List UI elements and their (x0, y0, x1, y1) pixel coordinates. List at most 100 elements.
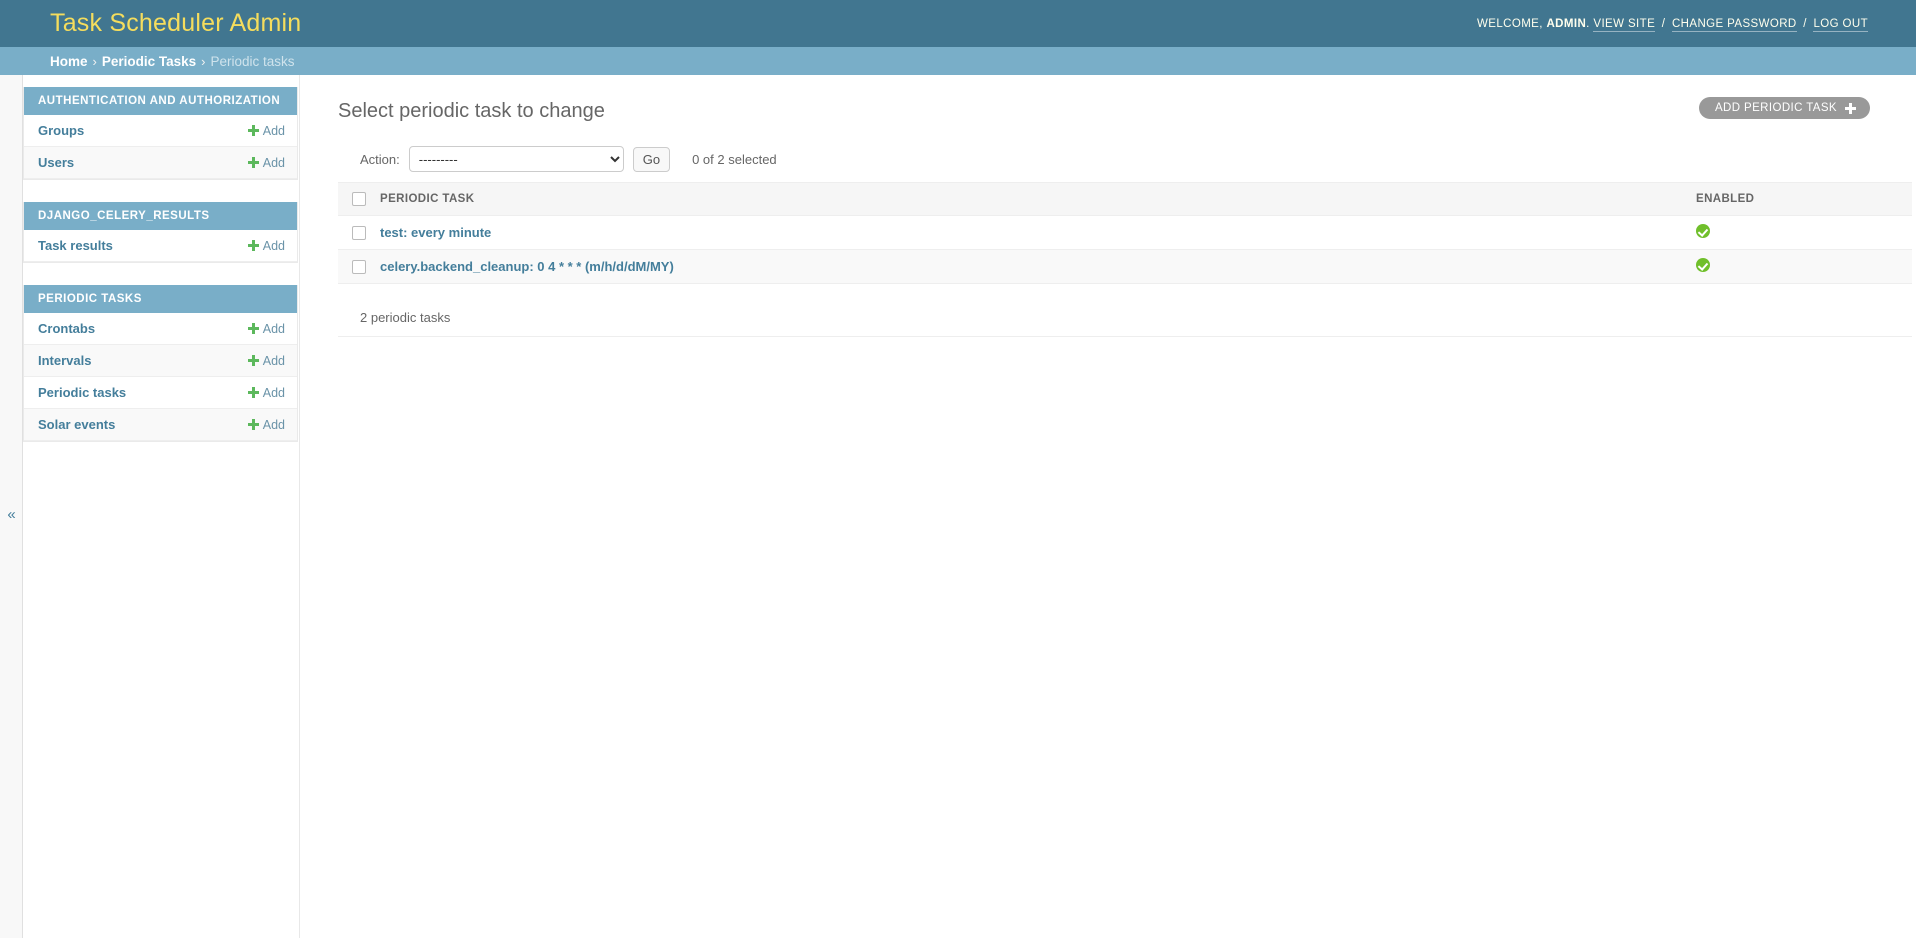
log-out-link[interactable]: LOG OUT (1813, 17, 1868, 32)
toggle-sidebar-button[interactable]: « (0, 507, 23, 522)
page-title: Select periodic task to change (338, 100, 605, 122)
sidebar-add-link[interactable]: Add (247, 238, 285, 253)
breadcrumb-separator-2: › (201, 53, 206, 69)
row-select-checkbox[interactable] (352, 260, 366, 275)
plus-icon (247, 125, 259, 136)
sidebar-item-label[interactable]: Solar events (38, 417, 115, 432)
sidebar-item-periodic-tasks[interactable]: Periodic tasks Add (24, 377, 297, 409)
cell-periodic-task: test: every minute (370, 215, 1682, 250)
sidebar-item-solar-events[interactable]: Solar events Add (24, 409, 297, 441)
sidebar-add-link[interactable]: Add (247, 123, 285, 138)
action-counter: 0 of 2 selected (692, 151, 777, 167)
breadcrumb-current: Periodic tasks (210, 53, 295, 69)
table-header-row: PERIODIC TASK ENABLED (338, 182, 1912, 216)
sidebar-add-label: Add (262, 123, 285, 138)
sidebar-add-label: Add (262, 385, 285, 400)
cell-enabled (1682, 249, 1912, 284)
breadcrumb-app[interactable]: Periodic Tasks (102, 54, 196, 69)
sidebar-item-task-results[interactable]: Task results Add (24, 230, 297, 262)
plus-icon (247, 355, 259, 366)
actions-bar: Action: ---------Delete selected periodi… (338, 146, 1870, 182)
sidebar-add-link[interactable]: Add (247, 155, 285, 170)
sidebar-item-label[interactable]: Groups (38, 123, 84, 138)
sidebar-add-link[interactable]: Add (247, 321, 285, 336)
go-button[interactable]: Go (632, 146, 671, 172)
row-select-cell (338, 249, 370, 284)
user-tools-separator-2: / (1803, 17, 1807, 30)
site-title[interactable]: Task Scheduler Admin (50, 11, 301, 36)
changelist: Action: ---------Delete selected periodi… (338, 146, 1912, 337)
app-module-caption[interactable]: PERIODIC TASKS (24, 285, 297, 313)
branding: Task Scheduler Admin (50, 11, 301, 36)
plus-icon (247, 387, 259, 398)
plus-icon (247, 323, 259, 334)
periodic-task-link[interactable]: celery.backend_cleanup: 0 4 * * * (m/h/d… (380, 259, 674, 274)
sidebar-add-link[interactable]: Add (247, 353, 285, 368)
table-row: celery.backend_cleanup: 0 4 * * * (m/h/d… (338, 249, 1912, 284)
sidebar-add-label: Add (262, 321, 285, 336)
sidebar-item-label[interactable]: Intervals (38, 353, 91, 368)
plus-icon (247, 240, 259, 251)
user-tools: WELCOME, ADMIN. VIEW SITE / CHANGE PASSW… (1477, 17, 1868, 32)
sidebar-add-label: Add (262, 353, 285, 368)
action-label: Action: (360, 151, 400, 167)
app-module: DJANGO_CELERY_RESULTS Task results Add (23, 202, 298, 263)
sidebar-item-intervals[interactable]: Intervals Add (24, 345, 297, 377)
check-circle-icon (1696, 258, 1710, 272)
sidebar-add-label: Add (262, 417, 285, 432)
user-tools-separator-1: / (1661, 17, 1666, 30)
object-tools: ADD PERIODIC TASK (1698, 97, 1870, 119)
app-module: PERIODIC TASKS Crontabs Add Intervals Add Per… (23, 285, 298, 442)
content-title-bar: Select periodic task to change ADD PERIO… (338, 97, 1870, 123)
app-module-caption[interactable]: DJANGO_CELERY_RESULTS (24, 202, 297, 230)
select-all-checkbox[interactable] (352, 192, 366, 206)
app-module: AUTHENTICATION AND AUTHORIZATION Groups Ad… (23, 87, 298, 180)
table-head: PERIODIC TASK ENABLED (338, 182, 1912, 216)
username-label: ADMIN (1546, 17, 1587, 30)
nav-sidebar: AUTHENTICATION AND AUTHORIZATION Groups Ad… (23, 75, 300, 938)
plus-icon (247, 157, 259, 168)
sidebar-item-label[interactable]: Periodic tasks (38, 385, 126, 400)
breadcrumb-home[interactable]: Home (50, 54, 88, 69)
cell-periodic-task: celery.backend_cleanup: 0 4 * * * (m/h/d… (370, 249, 1682, 284)
table-row: test: every minute (338, 215, 1912, 250)
sidebar-item-label[interactable]: Task results (38, 238, 113, 253)
sidebar-item-label[interactable]: Users (38, 155, 74, 170)
sidebar-add-link[interactable]: Add (247, 417, 285, 432)
app-module-caption[interactable]: AUTHENTICATION AND AUTHORIZATION (24, 87, 297, 115)
sidebar-item-crontabs[interactable]: Crontabs Add (24, 313, 297, 345)
main-content: Select periodic task to change ADD PERIO… (300, 75, 1916, 938)
row-select-cell (338, 215, 370, 250)
select-all-header (338, 182, 370, 216)
cell-enabled (1682, 215, 1912, 250)
breadcrumb: Home › Periodic Tasks › Periodic tasks (0, 47, 1916, 75)
view-site-link[interactable]: VIEW SITE (1593, 17, 1656, 32)
add-periodic-task-button[interactable]: ADD PERIODIC TASK (1698, 97, 1870, 119)
plus-icon (1845, 102, 1856, 114)
welcome-text: WELCOME, (1477, 17, 1543, 30)
sidebar-item-users[interactable]: Users Add (24, 147, 297, 179)
change-password-link[interactable]: CHANGE PASSWORD (1671, 17, 1797, 32)
column-header-enabled[interactable]: ENABLED (1682, 182, 1912, 216)
sidebar-item-label[interactable]: Crontabs (38, 321, 95, 336)
sidebar-add-label: Add (262, 238, 285, 253)
row-select-checkbox[interactable] (352, 226, 366, 241)
sidebar-item-groups[interactable]: Groups Add (24, 115, 297, 147)
check-circle-icon (1696, 224, 1710, 238)
plus-icon (247, 419, 259, 430)
add-periodic-task-label: ADD PERIODIC TASK (1714, 102, 1837, 114)
sidebar-add-label: Add (262, 155, 285, 170)
page-container: « AUTHENTICATION AND AUTHORIZATION Groups… (0, 75, 1916, 938)
site-header: Task Scheduler Admin WELCOME, ADMIN. VIE… (0, 0, 1916, 47)
table-body: test: every minute celery.backend_cleanup… (338, 215, 1912, 284)
column-header-periodic-task[interactable]: PERIODIC TASK (370, 182, 1682, 216)
sidebar-toggle-rail: « (0, 75, 23, 938)
periodic-task-link[interactable]: test: every minute (380, 225, 491, 240)
results-table-wrapper: PERIODIC TASK ENABLED test: every minute… (338, 182, 1912, 284)
sidebar-add-link[interactable]: Add (247, 385, 285, 400)
result-list-table: PERIODIC TASK ENABLED test: every minute… (338, 182, 1912, 284)
breadcrumb-separator-1: › (92, 53, 97, 69)
action-select[interactable]: ---------Delete selected periodic tasksE… (408, 146, 624, 172)
welcome-period: . (1586, 17, 1590, 30)
paginator: 2 periodic tasks (338, 297, 1912, 337)
